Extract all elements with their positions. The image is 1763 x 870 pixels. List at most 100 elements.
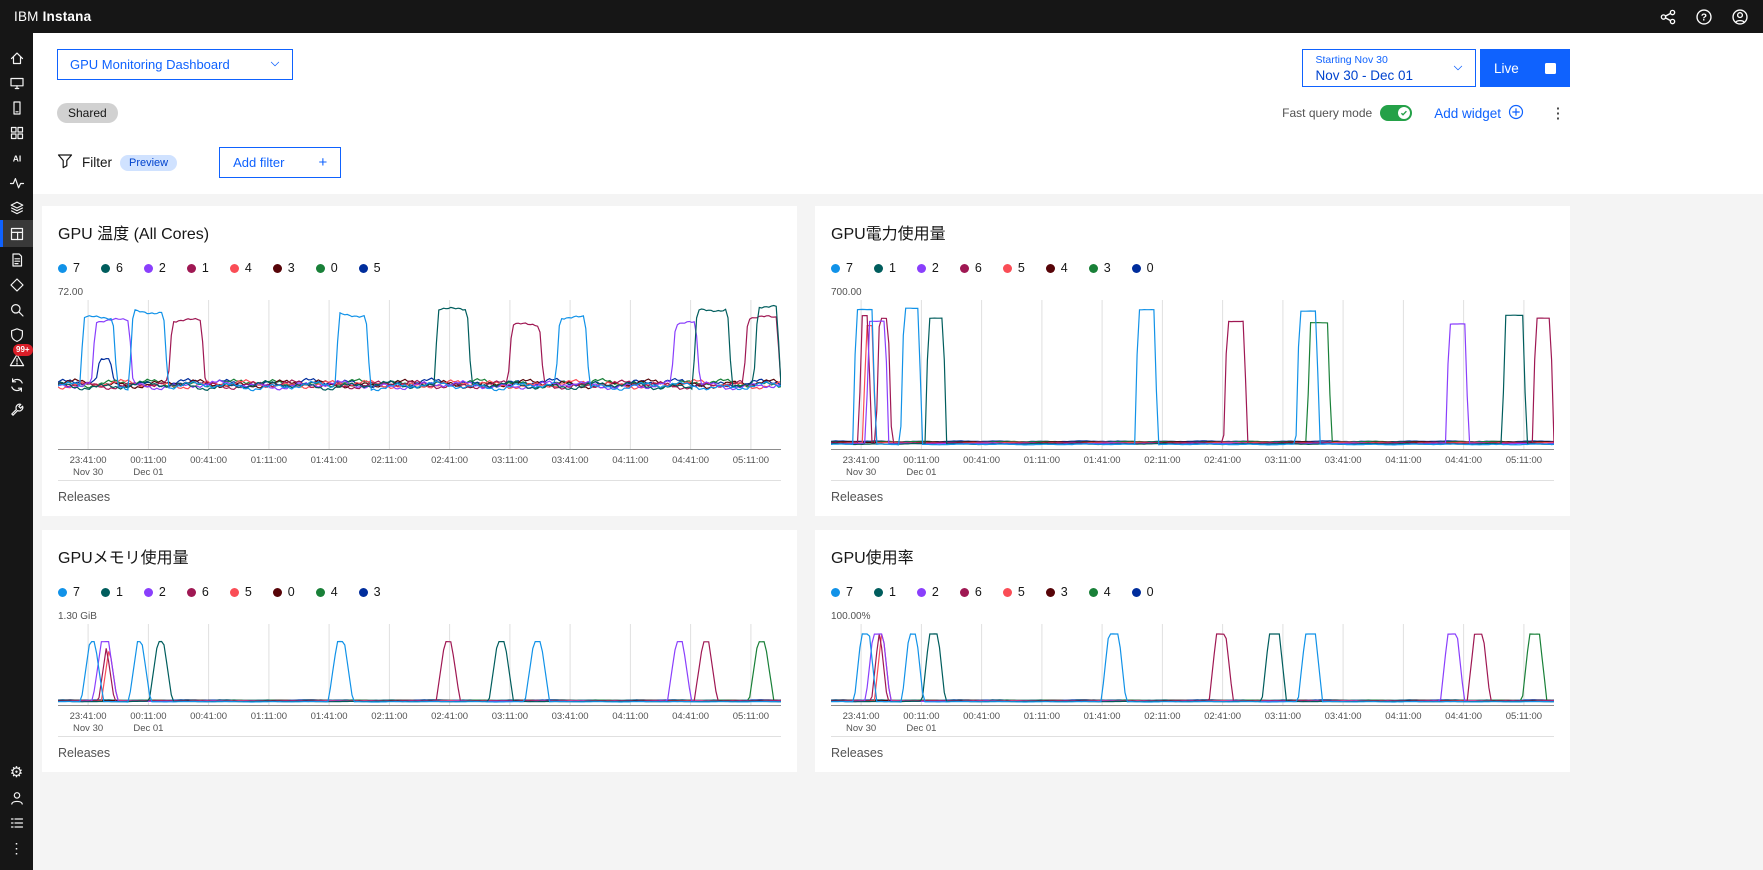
legend-item-2[interactable]: 2	[916, 261, 939, 275]
releases-section[interactable]: Releases	[831, 736, 1554, 772]
add-filter-label: Add filter	[233, 155, 285, 170]
legend-item-4[interactable]: 4	[229, 261, 252, 275]
help-icon[interactable]: ?	[1689, 2, 1719, 32]
sidebar-item-events[interactable]: 99+	[0, 344, 33, 372]
x-tick-label: 04:11:00	[612, 455, 648, 466]
x-tick-label: 04:41:00	[672, 711, 709, 722]
sidebar-item-mobile-apps[interactable]	[0, 95, 33, 120]
x-tick-label: 23:41:00	[843, 711, 880, 722]
sidebar-item-synthetic-monitoring[interactable]	[0, 372, 33, 397]
legend-item-2[interactable]: 2	[143, 585, 166, 599]
shield-icon	[10, 327, 23, 342]
sidebar-item-ai-insights[interactable]: AI	[0, 145, 33, 170]
sidebar-item-services[interactable]	[0, 170, 33, 195]
legend-item-3[interactable]: 3	[272, 261, 295, 275]
legend-item-7[interactable]: 7	[58, 261, 80, 275]
legend-item-2[interactable]: 2	[143, 261, 166, 275]
legend-item-2[interactable]: 2	[916, 585, 939, 599]
legend-item-5[interactable]: 5	[1002, 261, 1025, 275]
share-icon-glyph	[1660, 9, 1676, 24]
legend-item-4[interactable]: 4	[1045, 261, 1068, 275]
screen-icon	[9, 77, 24, 89]
legend-item-6[interactable]: 6	[959, 585, 982, 599]
sidebar-item-analytics[interactable]	[0, 297, 33, 322]
legend-label: 1	[201, 261, 209, 275]
add-widget-label: Add widget	[1434, 105, 1501, 121]
x-tick-label: 03:11:00	[492, 711, 528, 722]
sidebar-item-security[interactable]	[0, 322, 33, 347]
sidebar-item-custom-dashboards[interactable]	[0, 220, 33, 247]
chart-canvas[interactable]: 23:41:00Nov 30 00:11:00Dec 01 00:41:00 01:1…	[58, 300, 781, 480]
x-tick-sublabel: Nov 30	[73, 467, 103, 478]
x-tick-label: 02:11:00	[371, 711, 407, 722]
legend-item-5[interactable]: 5	[229, 585, 252, 599]
sidebar-item-more[interactable]: ⋮	[0, 835, 33, 860]
sidebar-item-settings[interactable]: ⚙	[0, 760, 33, 785]
legend-item-5[interactable]: 5	[1002, 585, 1025, 599]
releases-section[interactable]: Releases	[831, 480, 1554, 516]
legend-dot	[1088, 587, 1098, 597]
x-tick-label: 02:11:00	[1144, 711, 1180, 722]
releases-section[interactable]: Releases	[58, 736, 781, 772]
chart-canvas[interactable]: 23:41:00Nov 30 00:11:00Dec 01 00:41:00 01:1…	[831, 300, 1554, 480]
legend-item-5[interactable]: 5	[358, 261, 381, 275]
chart-canvas[interactable]: 23:41:00Nov 30 00:11:00Dec 01 00:41:00 01:1…	[58, 624, 781, 736]
profile-icon[interactable]	[1725, 2, 1755, 32]
chart-legend: 7 6 2 1 4 3 0 5	[58, 261, 781, 275]
chart-canvas[interactable]: 23:41:00Nov 30 00:11:00Dec 01 00:41:00 01:1…	[831, 624, 1554, 736]
legend-item-0[interactable]: 0	[1131, 585, 1154, 599]
legend-item-4[interactable]: 4	[315, 585, 338, 599]
sidebar-item-documentation[interactable]	[0, 810, 33, 835]
sidebar-item-user-management[interactable]	[0, 785, 33, 810]
sidebar-item-automation[interactable]	[0, 397, 33, 422]
legend-dot	[1131, 587, 1141, 597]
legend-label: 2	[158, 585, 166, 599]
legend-dot	[916, 587, 926, 597]
series-line-6	[58, 304, 781, 391]
legend-item-6[interactable]: 6	[186, 585, 209, 599]
overflow-menu-button[interactable]: ⋮	[1546, 101, 1570, 125]
legend-item-3[interactable]: 3	[1045, 585, 1068, 599]
sync-icon	[10, 377, 23, 392]
sidebar-item-deployments[interactable]	[0, 272, 33, 297]
ai-icon: AI	[12, 153, 21, 163]
legend-item-0[interactable]: 0	[272, 585, 295, 599]
legend-item-0[interactable]: 0	[1131, 261, 1154, 275]
chevron-icon	[270, 61, 279, 67]
sidebar-item-reports[interactable]	[0, 247, 33, 272]
legend-item-1[interactable]: 1	[873, 261, 896, 275]
legend-item-1[interactable]: 1	[873, 585, 896, 599]
legend-dot	[959, 263, 969, 273]
time-range-start-label: Starting Nov 30	[1315, 53, 1388, 66]
live-button[interactable]: Live	[1480, 49, 1570, 87]
legend-item-7[interactable]: 7	[58, 585, 80, 599]
legend-item-1[interactable]: 1	[100, 585, 123, 599]
chart-title: GPU電力使用量	[831, 226, 946, 243]
chart-legend: 7 1 2 6 5 4 3 0	[831, 261, 1554, 275]
legend-dot	[315, 587, 325, 597]
legend-item-3[interactable]: 3	[1088, 261, 1111, 275]
legend-label: 0	[330, 261, 338, 275]
legend-item-0[interactable]: 0	[315, 261, 338, 275]
legend-item-7[interactable]: 7	[831, 585, 853, 599]
sidebar-item-applications[interactable]	[0, 120, 33, 145]
x-tick-label: 23:41:00	[843, 455, 880, 466]
legend-item-6[interactable]: 6	[100, 261, 123, 275]
fast-query-toggle[interactable]	[1380, 105, 1413, 121]
legend-label: 2	[931, 261, 939, 275]
sidebar-item-home[interactable]	[0, 45, 33, 70]
time-range-picker[interactable]: Starting Nov 30 Nov 30 - Dec 01	[1302, 49, 1476, 87]
add-widget-button[interactable]: Add widget	[1434, 104, 1524, 123]
legend-dot	[916, 263, 926, 273]
legend-item-1[interactable]: 1	[186, 261, 209, 275]
add-filter-button[interactable]: Add filter +	[219, 147, 342, 178]
dashboard-selector[interactable]: GPU Monitoring Dashboard	[57, 49, 293, 80]
releases-section[interactable]: Releases	[58, 480, 781, 516]
legend-item-7[interactable]: 7	[831, 261, 853, 275]
legend-item-4[interactable]: 4	[1088, 585, 1111, 599]
sidebar-item-infrastructure[interactable]	[0, 195, 33, 220]
legend-item-3[interactable]: 3	[358, 585, 381, 599]
sidebar-item-websites[interactable]	[0, 70, 33, 95]
share-icon[interactable]	[1653, 2, 1683, 32]
legend-item-6[interactable]: 6	[959, 261, 982, 275]
